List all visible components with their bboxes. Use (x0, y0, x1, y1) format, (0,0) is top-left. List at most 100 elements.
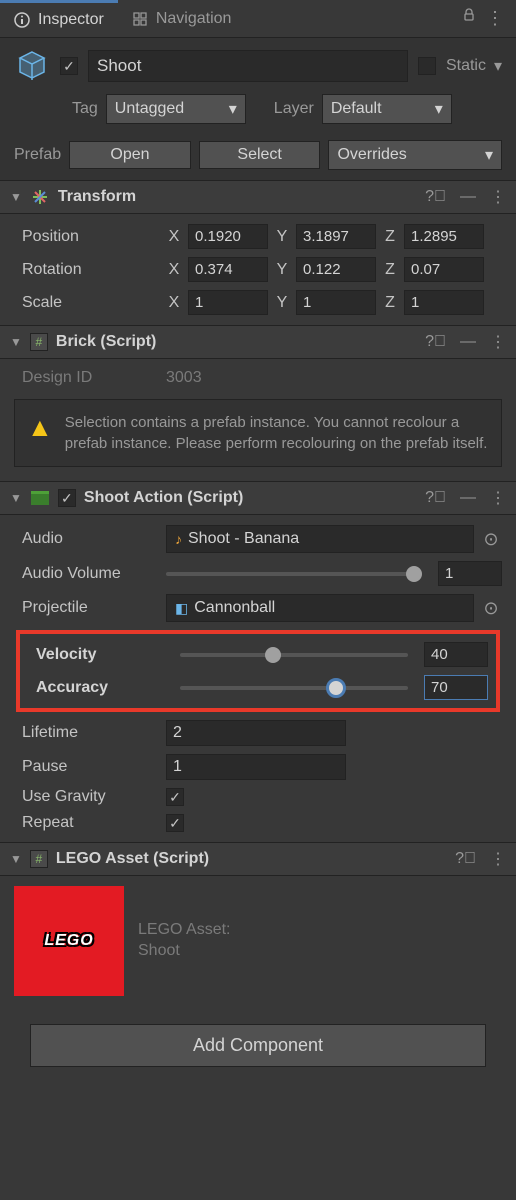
chevron-down-icon: ▾ (435, 99, 443, 119)
design-id-label: Design ID (14, 369, 160, 387)
audio-label: Audio (14, 530, 160, 548)
repeat-checkbox[interactable] (166, 814, 184, 832)
info-icon (14, 12, 30, 28)
projectile-value: Cannonball (194, 599, 275, 617)
add-component-button[interactable]: Add Component (30, 1024, 486, 1067)
tag-dropdown[interactable]: Untagged ▾ (106, 94, 246, 124)
foldout-icon[interactable]: ▼ (10, 852, 22, 866)
gameobject-active-checkbox[interactable] (60, 57, 78, 75)
layer-value: Default (331, 100, 382, 118)
gameobject-cube-icon (14, 48, 50, 84)
audio-field[interactable]: ♪ Shoot - Banana (166, 525, 474, 553)
prefab-select-button[interactable]: Select (199, 141, 321, 169)
prefab-overrides-dropdown[interactable]: Overrides ▾ (328, 140, 502, 170)
projectile-label: Projectile (14, 599, 160, 617)
foldout-icon[interactable]: ▼ (10, 190, 22, 204)
help-icon[interactable]: ?⃝ (455, 850, 476, 868)
accuracy-input[interactable] (424, 675, 488, 700)
layer-label: Layer (274, 100, 314, 118)
preset-icon[interactable]: ⎯⎯ (460, 333, 476, 351)
lego-asset-label: LEGO Asset: (138, 920, 230, 941)
static-dropdown-icon[interactable]: ▾ (494, 56, 502, 76)
tab-navigation-label: Navigation (156, 10, 232, 28)
rotation-label: Rotation (14, 261, 160, 279)
brick-component: ▼ # Brick (Script) ?⃝ ⎯⎯ ⋮ Design ID 300… (0, 325, 516, 481)
position-y-input[interactable] (296, 224, 376, 249)
scale-z-input[interactable] (404, 290, 484, 315)
preset-icon[interactable]: ⎯⎯ (460, 489, 476, 507)
scale-x-input[interactable] (188, 290, 268, 315)
context-menu-icon[interactable]: ⋮ (490, 187, 506, 207)
tab-navigation[interactable]: Navigation (118, 2, 246, 36)
transform-component: ▼ Transform ?⃝ ⎯⎯ ⋮ Position X Y Z Rotat… (0, 180, 516, 325)
help-icon[interactable]: ?⃝ (425, 489, 446, 507)
chevron-down-icon: ▾ (485, 145, 493, 165)
audio-volume-input[interactable] (438, 561, 502, 586)
brick-title: Brick (Script) (56, 333, 417, 351)
shoot-enabled-checkbox[interactable] (58, 489, 76, 507)
tag-label: Tag (72, 100, 98, 118)
projectile-field[interactable]: ◧ Cannonball (166, 594, 474, 622)
gameobject-name-input[interactable] (88, 50, 408, 82)
position-label: Position (14, 228, 160, 246)
highlight-box: Velocity Accuracy (16, 630, 500, 712)
context-menu-icon[interactable]: ⋮ (490, 849, 506, 869)
context-menu-icon[interactable]: ⋮ (490, 332, 506, 352)
foldout-icon[interactable]: ▼ (10, 335, 22, 349)
pause-input[interactable] (166, 754, 346, 780)
lock-icon[interactable] (462, 8, 476, 29)
chevron-down-icon: ▾ (229, 99, 237, 119)
object-picker-icon[interactable]: ⊙ (480, 597, 502, 619)
use-gravity-checkbox[interactable] (166, 788, 184, 806)
foldout-icon[interactable]: ▼ (10, 491, 22, 505)
velocity-label: Velocity (28, 646, 174, 664)
lifetime-input[interactable] (166, 720, 346, 746)
accuracy-label: Accuracy (28, 679, 174, 697)
layer-dropdown[interactable]: Default ▾ (322, 94, 452, 124)
warning-box: ▲ Selection contains a prefab instance. … (14, 399, 502, 467)
transform-icon (30, 187, 50, 207)
help-icon[interactable]: ?⃝ (425, 333, 446, 351)
scale-label: Scale (14, 294, 160, 312)
tag-value: Untagged (115, 100, 184, 118)
scale-y-input[interactable] (296, 290, 376, 315)
accuracy-slider[interactable] (180, 686, 408, 690)
help-icon[interactable]: ?⃝ (425, 188, 446, 206)
lego-title: LEGO Asset (Script) (56, 850, 447, 868)
tab-inspector[interactable]: Inspector (0, 0, 118, 37)
preset-icon[interactable]: ⎯⎯ (460, 188, 476, 206)
static-checkbox[interactable] (418, 57, 436, 75)
pause-label: Pause (14, 758, 160, 776)
brick-green-icon (30, 488, 50, 508)
use-gravity-label: Use Gravity (14, 788, 160, 806)
overrides-label: Overrides (337, 146, 406, 164)
navigation-icon (132, 11, 148, 27)
position-z-input[interactable] (404, 224, 484, 249)
tab-bar: Inspector Navigation ⋮ (0, 0, 516, 38)
object-picker-icon[interactable]: ⊙ (480, 528, 502, 550)
tab-inspector-label: Inspector (38, 11, 104, 29)
script-icon: # (30, 850, 48, 868)
prefab-row: Prefab Open Select Overrides ▾ (0, 130, 516, 180)
velocity-slider[interactable] (180, 653, 408, 657)
lego-asset-text: LEGO Asset: Shoot (138, 920, 230, 962)
audio-volume-label: Audio Volume (14, 565, 160, 583)
lego-asset-component: ▼ # LEGO Asset (Script) ?⃝ ⋮ LEGO LEGO A… (0, 842, 516, 1006)
gameobject-header: Static ▾ Tag Untagged ▾ Layer Default ▾ (0, 38, 516, 130)
audio-volume-slider[interactable] (166, 572, 422, 576)
transform-title: Transform (58, 188, 417, 206)
rotation-x-input[interactable] (188, 257, 268, 282)
rotation-z-input[interactable] (404, 257, 484, 282)
script-icon: # (30, 333, 48, 351)
audio-clip-icon: ♪ (175, 531, 182, 547)
warning-icon: ▲ (27, 412, 53, 443)
lego-asset-name: Shoot (138, 941, 230, 962)
rotation-y-input[interactable] (296, 257, 376, 282)
shoot-action-component: ▼ Shoot Action (Script) ?⃝ ⎯⎯ ⋮ Audio ♪ … (0, 481, 516, 842)
velocity-input[interactable] (424, 642, 488, 667)
position-x-input[interactable] (188, 224, 268, 249)
context-menu-icon[interactable]: ⋮ (486, 8, 504, 29)
design-id-value: 3003 (166, 369, 202, 387)
context-menu-icon[interactable]: ⋮ (490, 488, 506, 508)
prefab-open-button[interactable]: Open (69, 141, 191, 169)
